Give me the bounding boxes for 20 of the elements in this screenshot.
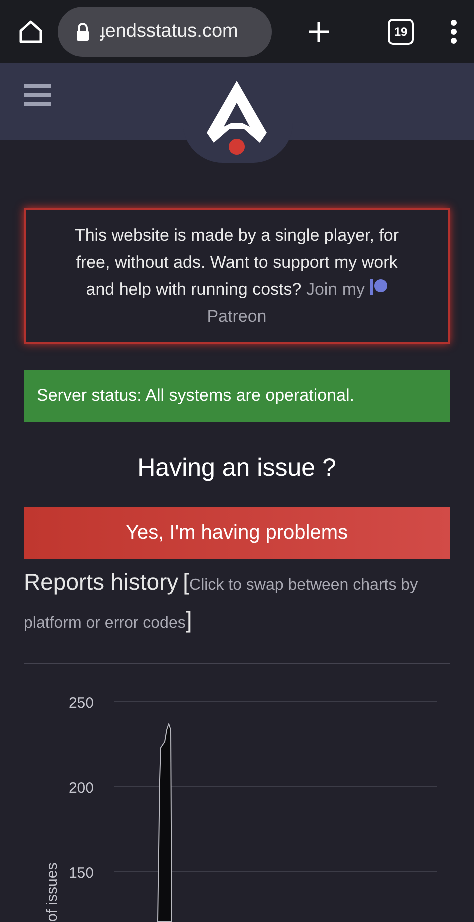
reports-history-heading[interactable]: Reports history [Click to swap between charts by platform or error codes] (24, 565, 450, 641)
more-icon[interactable] (450, 20, 458, 44)
report-problem-button[interactable]: Yes, I'm having problems (24, 507, 450, 559)
server-status-banner: Server status: All systems are operational. (24, 370, 450, 422)
axis-tick-label: 150 (68, 865, 94, 882)
home-icon[interactable] (18, 18, 44, 45)
url-field[interactable]: ɟendsstatus.com (58, 6, 272, 57)
patreon-icon (370, 279, 388, 295)
axis-title: of issues (44, 862, 61, 922)
tab-count-button[interactable]: 19 (388, 18, 414, 45)
axis-tick-label: 200 (68, 780, 94, 797)
axis-tick-label: 250 (68, 695, 94, 712)
plus-icon[interactable] (308, 20, 330, 43)
patreon-link[interactable]: Join my (306, 280, 388, 299)
menu-icon[interactable] (24, 84, 51, 108)
patreon-link[interactable]: Patreon (207, 307, 267, 326)
support-notice: This website is made by a single player, for free, without ads. Want to support my work and help with running costs? Join my Patreon (24, 208, 450, 344)
lock-icon (76, 22, 90, 41)
logo-icon (206, 81, 268, 158)
issue-heading: Having an issue ? (136, 454, 338, 483)
